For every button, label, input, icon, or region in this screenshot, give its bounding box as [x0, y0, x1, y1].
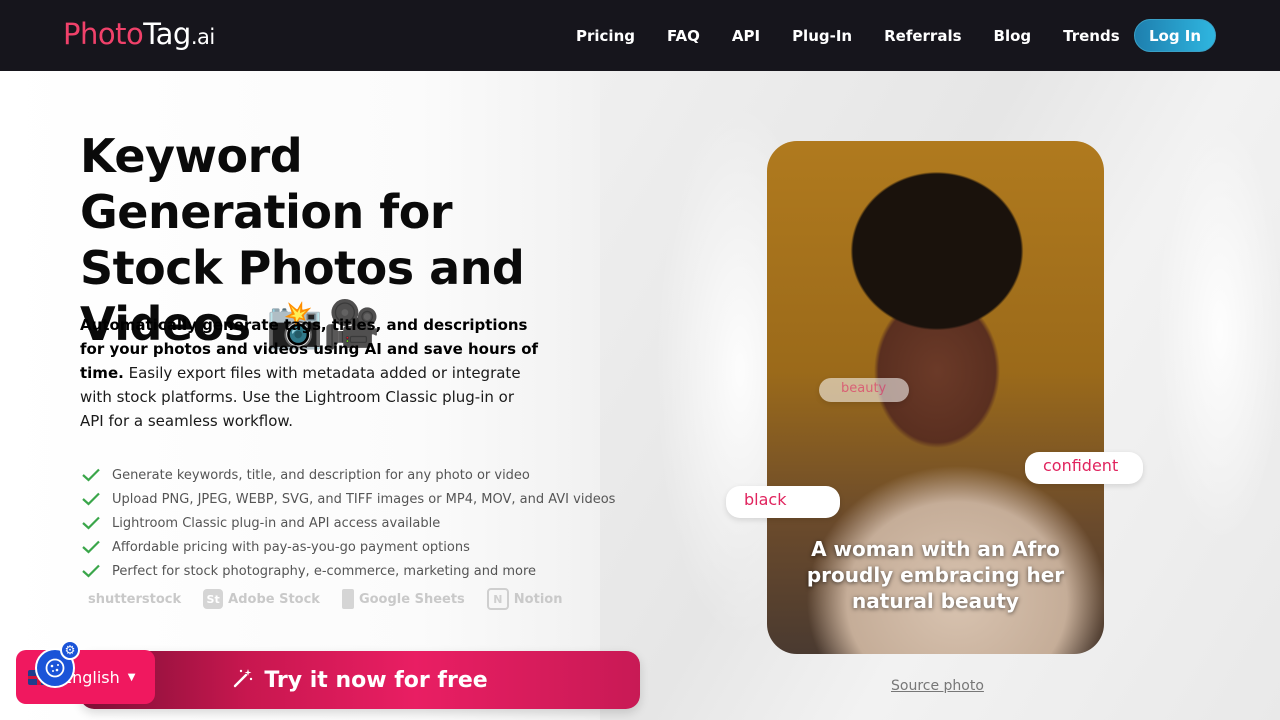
notion-logo: N Notion — [486, 588, 562, 610]
nav-link-pricing[interactable]: Pricing — [576, 27, 635, 45]
feature-text: Perfect for stock photography, e-commerc… — [112, 563, 537, 579]
google-sheets-logo: Google Sheets — [341, 589, 465, 609]
nav-link-trends[interactable]: Trends — [1063, 27, 1120, 45]
logo[interactable]: PhotoTag.ai — [63, 16, 215, 55]
logo-ai: .ai — [190, 25, 215, 49]
feature-list: Generate keywords, title, and descriptio… — [80, 463, 615, 583]
check-icon — [80, 514, 102, 532]
feature-item: Lightroom Classic plug-in and API access… — [80, 511, 615, 535]
logo-photo: Photo — [63, 17, 144, 51]
nav-links: Pricing FAQ API Plug-In Referrals Blog T… — [560, 0, 1136, 71]
adobe-stock-icon: St — [203, 589, 224, 609]
source-photo-link[interactable]: Source photo — [891, 678, 984, 694]
adobe-stock-logo: St Adobe Stock — [203, 589, 320, 609]
magic-wand-icon — [232, 667, 254, 694]
nav-link-blog[interactable]: Blog — [994, 27, 1032, 45]
keyword-tag-black: black — [726, 486, 840, 518]
logo-tag: Tag — [143, 17, 191, 51]
check-icon — [80, 538, 102, 556]
login-button[interactable]: Log In — [1134, 19, 1216, 52]
feature-text: Affordable pricing with pay-as-you-go pa… — [112, 539, 470, 555]
google-sheets-icon — [341, 589, 354, 609]
sample-photo: A woman with an Afro proudly embracing h… — [767, 141, 1104, 654]
check-icon — [80, 562, 102, 580]
feature-text: Upload PNG, JPEG, WEBP, SVG, and TIFF im… — [112, 491, 616, 507]
partner-logos: shutterstock St Adobe Stock Google Sheets… — [88, 588, 584, 610]
feature-item: Affordable pricing with pay-as-you-go pa… — [80, 535, 615, 559]
photo-caption: A woman with an Afro proudly embracing h… — [806, 537, 1065, 613]
try-free-label: Try it now for free — [264, 667, 488, 693]
shutterstock-logo: shutterstock — [88, 591, 182, 607]
cookie-icon — [45, 658, 65, 678]
top-navbar: PhotoTag.ai Pricing FAQ API Plug-In Refe… — [0, 0, 1280, 71]
nav-link-faq[interactable]: FAQ — [667, 27, 700, 45]
caret-down-icon: ▼ — [127, 671, 136, 683]
nav-link-api[interactable]: API — [732, 27, 760, 45]
feature-text: Lightroom Classic plug-in and API access… — [112, 515, 441, 531]
keyword-tag-confident: confident — [1025, 452, 1143, 484]
feature-item: Upload PNG, JPEG, WEBP, SVG, and TIFF im… — [80, 487, 615, 511]
feature-item: Perfect for stock photography, e-commerc… — [80, 559, 615, 583]
hero-intro: Automatically generate tags, titles, and… — [80, 313, 540, 433]
check-icon — [80, 490, 102, 508]
check-icon — [80, 466, 102, 484]
try-free-button[interactable]: Try it now for free — [80, 651, 640, 709]
gear-icon: ⚙ — [60, 640, 80, 660]
notion-icon: N — [486, 588, 509, 610]
keyword-tag-beauty: beauty — [819, 378, 909, 402]
feature-text: Generate keywords, title, and descriptio… — [112, 467, 530, 483]
nav-link-plugin[interactable]: Plug-In — [792, 27, 852, 45]
feature-item: Generate keywords, title, and descriptio… — [80, 463, 615, 487]
nav-link-referrals[interactable]: Referrals — [884, 27, 961, 45]
hero-intro-rest: Easily export files with metadata added … — [80, 364, 521, 430]
